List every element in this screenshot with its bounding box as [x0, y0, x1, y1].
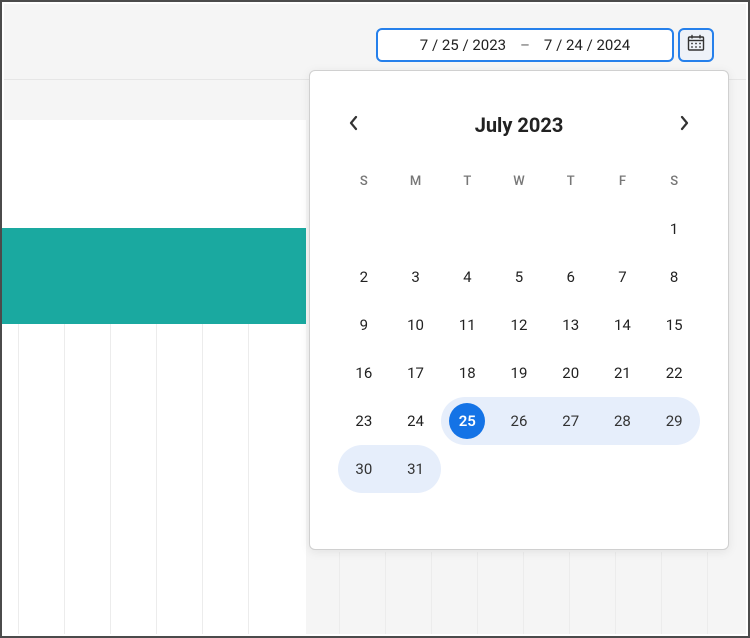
- calendar-day-label: 29: [666, 412, 683, 430]
- calendar-day-label: 3: [411, 268, 419, 286]
- calendar-day-label: 19: [511, 364, 528, 382]
- date-range-start-value: 7 / 25 / 2023: [420, 36, 506, 54]
- calendar-day-label: 27: [562, 412, 579, 430]
- calendar-dow: S: [670, 174, 678, 189]
- chart-panel: [2, 120, 306, 636]
- calendar-day[interactable]: 22: [648, 349, 700, 397]
- calendar-day[interactable]: 12: [493, 301, 545, 349]
- calendar-day-label: 14: [614, 316, 631, 334]
- calendar-header: July 2023: [338, 93, 700, 157]
- calendar-day[interactable]: 26: [493, 397, 545, 445]
- calendar-day-label: 17: [407, 364, 424, 382]
- calendar-dow: T: [567, 174, 575, 189]
- calendar-dow: S: [360, 174, 368, 189]
- calendar-day-label: 12: [511, 316, 528, 334]
- calendar-day[interactable]: 13: [545, 301, 597, 349]
- date-range-end-value: 7 / 24 / 2024: [544, 36, 630, 54]
- calendar-day-label: 25: [459, 412, 476, 430]
- calendar-day-empty: [493, 205, 545, 253]
- calendar-day[interactable]: 4: [441, 253, 493, 301]
- calendar-day[interactable]: 8: [648, 253, 700, 301]
- calendar-day[interactable]: 10: [390, 301, 442, 349]
- calendar-trigger-button[interactable]: [678, 28, 714, 62]
- calendar-day-label: 8: [670, 268, 678, 286]
- calendar-day[interactable]: 24: [390, 397, 442, 445]
- calendar-day[interactable]: 2: [338, 253, 390, 301]
- chevron-left-icon: [347, 114, 361, 136]
- calendar-day[interactable]: 25: [441, 397, 493, 445]
- calendar-day[interactable]: 1: [648, 205, 700, 253]
- calendar-day-empty: [597, 205, 649, 253]
- calendar-day-label: 18: [459, 364, 476, 382]
- calendar-next-button[interactable]: [668, 109, 700, 141]
- calendar-day[interactable]: 29: [648, 397, 700, 445]
- calendar-day[interactable]: 3: [390, 253, 442, 301]
- calendar-day-label: 24: [407, 412, 424, 430]
- calendar-dow: M: [410, 174, 421, 189]
- calendar-popover: July 2023 SMTWTFS12345678910111213141516…: [309, 70, 729, 550]
- top-bar: 7 / 25 / 2023 – 7 / 24 / 2024: [4, 4, 746, 80]
- calendar-day-label: 1: [670, 220, 678, 238]
- calendar-day[interactable]: 9: [338, 301, 390, 349]
- calendar-prev-button[interactable]: [338, 109, 370, 141]
- calendar-day[interactable]: 23: [338, 397, 390, 445]
- calendar-day-label: 13: [562, 316, 579, 334]
- calendar-dow: W: [513, 174, 524, 189]
- window-viewport: 7 / 25 / 2023 – 7 / 24 / 2024: [0, 0, 750, 638]
- calendar-day-label: 5: [515, 268, 523, 286]
- calendar-day[interactable]: 7: [597, 253, 649, 301]
- calendar-day[interactable]: 5: [493, 253, 545, 301]
- calendar-day-empty: [545, 205, 597, 253]
- calendar-day-label: 28: [614, 412, 631, 430]
- calendar-dow: T: [463, 174, 471, 189]
- calendar-day-label: 6: [566, 268, 574, 286]
- calendar-day[interactable]: 6: [545, 253, 597, 301]
- calendar-day-label: 22: [666, 364, 683, 382]
- calendar-day[interactable]: 31: [390, 445, 442, 493]
- calendar-day[interactable]: 28: [597, 397, 649, 445]
- calendar-day-label: 31: [407, 460, 424, 478]
- calendar-day[interactable]: 19: [493, 349, 545, 397]
- calendar-day[interactable]: 21: [597, 349, 649, 397]
- calendar-day[interactable]: 17: [390, 349, 442, 397]
- calendar-day-empty: [390, 205, 442, 253]
- calendar-day-label: 30: [355, 460, 372, 478]
- calendar-day-label: 10: [407, 316, 424, 334]
- chart-gridlines-extended: [309, 552, 746, 634]
- calendar-day-label: 7: [618, 268, 626, 286]
- calendar-day-label: 11: [459, 316, 476, 334]
- calendar-day-label: 23: [355, 412, 372, 430]
- calendar-day[interactable]: 11: [441, 301, 493, 349]
- calendar-day[interactable]: 18: [441, 349, 493, 397]
- calendar-day[interactable]: 30: [338, 445, 390, 493]
- calendar-day[interactable]: 27: [545, 397, 597, 445]
- date-range-dash: –: [520, 36, 530, 54]
- calendar-grid: SMTWTFS123456789101112131415161718192021…: [338, 157, 700, 493]
- calendar-day-label: 21: [614, 364, 631, 382]
- calendar-day[interactable]: 20: [545, 349, 597, 397]
- calendar-icon: [687, 34, 705, 56]
- calendar-day-label: 4: [463, 268, 471, 286]
- calendar-day-label: 16: [355, 364, 372, 382]
- chevron-right-icon: [677, 114, 691, 136]
- calendar-day[interactable]: 16: [338, 349, 390, 397]
- calendar-day-label: 2: [360, 268, 368, 286]
- calendar-day-empty: [441, 205, 493, 253]
- calendar-day-label: 26: [511, 412, 528, 430]
- calendar-dow: F: [619, 174, 626, 189]
- calendar-day[interactable]: 14: [597, 301, 649, 349]
- calendar-day-label: 20: [562, 364, 579, 382]
- calendar-day[interactable]: 15: [648, 301, 700, 349]
- calendar-month-title: July 2023: [475, 113, 564, 137]
- calendar-day-label: 9: [360, 316, 368, 334]
- calendar-day-empty: [338, 205, 390, 253]
- chart-series-bar: [2, 228, 306, 324]
- date-range-input[interactable]: 7 / 25 / 2023 – 7 / 24 / 2024: [376, 28, 674, 62]
- calendar-day-label: 15: [666, 316, 683, 334]
